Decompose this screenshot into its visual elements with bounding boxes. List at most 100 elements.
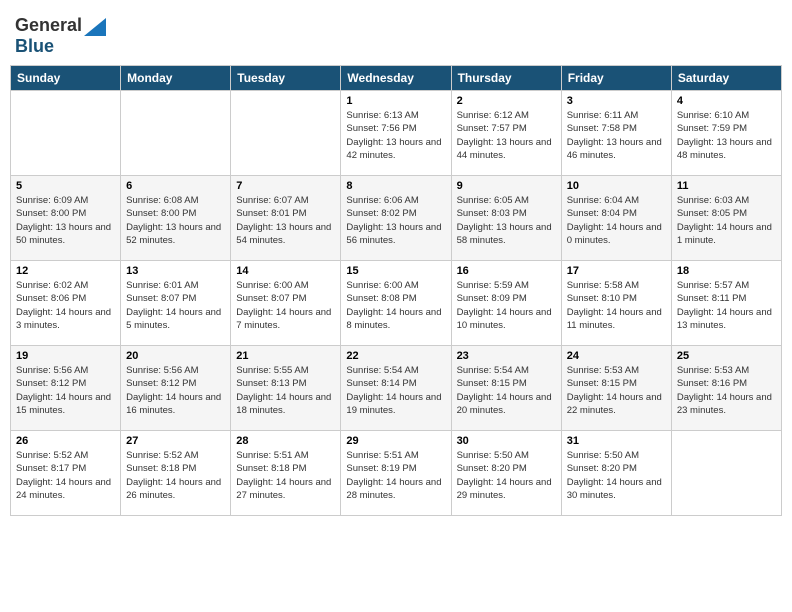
day-number: 29 xyxy=(346,435,445,447)
calendar-cell: 12 Sunrise: 6:02 AM Sunset: 8:06 PM Dayli… xyxy=(11,261,121,346)
day-number: 22 xyxy=(346,350,445,362)
logo-blue-text: Blue xyxy=(15,36,54,57)
calendar-cell: 16 Sunrise: 5:59 AM Sunset: 8:09 PM Dayli… xyxy=(451,261,561,346)
calendar-cell xyxy=(121,91,231,176)
day-number: 23 xyxy=(457,350,556,362)
day-info: Sunrise: 5:51 AM Sunset: 8:18 PM Dayligh… xyxy=(236,449,335,502)
calendar-cell: 14 Sunrise: 6:00 AM Sunset: 8:07 PM Dayli… xyxy=(231,261,341,346)
calendar-cell: 2 Sunrise: 6:12 AM Sunset: 7:57 PM Daylig… xyxy=(451,91,561,176)
calendar-cell: 3 Sunrise: 6:11 AM Sunset: 7:58 PM Daylig… xyxy=(561,91,671,176)
day-number: 24 xyxy=(567,350,666,362)
day-info: Sunrise: 5:53 AM Sunset: 8:15 PM Dayligh… xyxy=(567,364,666,417)
day-info: Sunrise: 6:06 AM Sunset: 8:02 PM Dayligh… xyxy=(346,194,445,247)
day-info: Sunrise: 5:56 AM Sunset: 8:12 PM Dayligh… xyxy=(126,364,225,417)
calendar-cell: 25Sunrise: 5:53 AM Sunset: 8:16 PM Dayli… xyxy=(671,346,781,431)
calendar-cell xyxy=(231,91,341,176)
day-number: 18 xyxy=(677,265,776,277)
calendar-cell: 28 Sunrise: 5:51 AM Sunset: 8:18 PM Dayli… xyxy=(231,431,341,516)
day-info: Sunrise: 5:50 AM Sunset: 8:20 PM Dayligh… xyxy=(567,449,666,502)
day-info: Sunrise: 5:58 AM Sunset: 8:10 PM Dayligh… xyxy=(567,279,666,332)
calendar-week-row: 5 Sunrise: 6:09 AM Sunset: 8:00 PM Daylig… xyxy=(11,176,782,261)
day-info: Sunrise: 5:52 AM Sunset: 8:17 PM Dayligh… xyxy=(16,449,115,502)
calendar-week-row: 26 Sunrise: 5:52 AM Sunset: 8:17 PM Dayli… xyxy=(11,431,782,516)
day-info: Sunrise: 5:59 AM Sunset: 8:09 PM Dayligh… xyxy=(457,279,556,332)
day-info: Sunrise: 5:54 AM Sunset: 8:14 PM Dayligh… xyxy=(346,364,445,417)
calendar-cell xyxy=(11,91,121,176)
day-header-sunday: Sunday xyxy=(11,66,121,91)
calendar-cell: 19 Sunrise: 5:56 AM Sunset: 8:12 PM Dayli… xyxy=(11,346,121,431)
page-header: General Blue xyxy=(10,10,782,57)
day-info: Sunrise: 6:05 AM Sunset: 8:03 PM Dayligh… xyxy=(457,194,556,247)
calendar-week-row: 1Sunrise: 6:13 AM Sunset: 7:56 PM Daylig… xyxy=(11,91,782,176)
day-number: 12 xyxy=(16,265,115,277)
day-header-tuesday: Tuesday xyxy=(231,66,341,91)
day-number: 31 xyxy=(567,435,666,447)
calendar-table: SundayMondayTuesdayWednesdayThursdayFrid… xyxy=(10,65,782,516)
calendar-cell: 10Sunrise: 6:04 AM Sunset: 8:04 PM Dayli… xyxy=(561,176,671,261)
day-info: Sunrise: 6:01 AM Sunset: 8:07 PM Dayligh… xyxy=(126,279,225,332)
day-number: 11 xyxy=(677,180,776,192)
day-number: 20 xyxy=(126,350,225,362)
day-header-thursday: Thursday xyxy=(451,66,561,91)
day-info: Sunrise: 6:02 AM Sunset: 8:06 PM Dayligh… xyxy=(16,279,115,332)
day-number: 8 xyxy=(346,180,445,192)
day-info: Sunrise: 6:12 AM Sunset: 7:57 PM Dayligh… xyxy=(457,109,556,162)
day-info: Sunrise: 6:08 AM Sunset: 8:00 PM Dayligh… xyxy=(126,194,225,247)
calendar-cell: 15Sunrise: 6:00 AM Sunset: 8:08 PM Dayli… xyxy=(341,261,451,346)
day-info: Sunrise: 5:52 AM Sunset: 8:18 PM Dayligh… xyxy=(126,449,225,502)
calendar-week-row: 19 Sunrise: 5:56 AM Sunset: 8:12 PM Dayli… xyxy=(11,346,782,431)
logo: General Blue xyxy=(15,15,106,57)
day-info: Sunrise: 6:03 AM Sunset: 8:05 PM Dayligh… xyxy=(677,194,776,247)
day-info: Sunrise: 5:57 AM Sunset: 8:11 PM Dayligh… xyxy=(677,279,776,332)
day-info: Sunrise: 5:56 AM Sunset: 8:12 PM Dayligh… xyxy=(16,364,115,417)
calendar-header-row: SundayMondayTuesdayWednesdayThursdayFrid… xyxy=(11,66,782,91)
day-header-monday: Monday xyxy=(121,66,231,91)
day-number: 3 xyxy=(567,95,666,107)
day-info: Sunrise: 5:51 AM Sunset: 8:19 PM Dayligh… xyxy=(346,449,445,502)
day-number: 28 xyxy=(236,435,335,447)
calendar-cell: 21 Sunrise: 5:55 AM Sunset: 8:13 PM Dayli… xyxy=(231,346,341,431)
day-info: Sunrise: 6:04 AM Sunset: 8:04 PM Dayligh… xyxy=(567,194,666,247)
day-number: 30 xyxy=(457,435,556,447)
calendar-cell: 18 Sunrise: 5:57 AM Sunset: 8:11 PM Dayli… xyxy=(671,261,781,346)
day-number: 13 xyxy=(126,265,225,277)
day-number: 21 xyxy=(236,350,335,362)
calendar-cell: 22 Sunrise: 5:54 AM Sunset: 8:14 PM Dayli… xyxy=(341,346,451,431)
calendar-cell: 17Sunrise: 5:58 AM Sunset: 8:10 PM Dayli… xyxy=(561,261,671,346)
calendar-cell: 7Sunrise: 6:07 AM Sunset: 8:01 PM Daylig… xyxy=(231,176,341,261)
calendar-cell: 27Sunrise: 5:52 AM Sunset: 8:18 PM Dayli… xyxy=(121,431,231,516)
calendar-cell: 9 Sunrise: 6:05 AM Sunset: 8:03 PM Daylig… xyxy=(451,176,561,261)
calendar-cell: 20 Sunrise: 5:56 AM Sunset: 8:12 PM Dayli… xyxy=(121,346,231,431)
calendar-cell: 4Sunrise: 6:10 AM Sunset: 7:59 PM Daylig… xyxy=(671,91,781,176)
day-header-wednesday: Wednesday xyxy=(341,66,451,91)
day-number: 19 xyxy=(16,350,115,362)
day-info: Sunrise: 5:54 AM Sunset: 8:15 PM Dayligh… xyxy=(457,364,556,417)
day-info: Sunrise: 6:09 AM Sunset: 8:00 PM Dayligh… xyxy=(16,194,115,247)
day-info: Sunrise: 6:10 AM Sunset: 7:59 PM Dayligh… xyxy=(677,109,776,162)
day-number: 14 xyxy=(236,265,335,277)
day-number: 15 xyxy=(346,265,445,277)
day-header-saturday: Saturday xyxy=(671,66,781,91)
day-number: 16 xyxy=(457,265,556,277)
calendar-cell: 8 Sunrise: 6:06 AM Sunset: 8:02 PM Daylig… xyxy=(341,176,451,261)
day-info: Sunrise: 5:55 AM Sunset: 8:13 PM Dayligh… xyxy=(236,364,335,417)
day-header-friday: Friday xyxy=(561,66,671,91)
day-number: 5 xyxy=(16,180,115,192)
day-info: Sunrise: 5:50 AM Sunset: 8:20 PM Dayligh… xyxy=(457,449,556,502)
calendar-cell xyxy=(671,431,781,516)
day-number: 2 xyxy=(457,95,556,107)
calendar-cell: 13 Sunrise: 6:01 AM Sunset: 8:07 PM Dayli… xyxy=(121,261,231,346)
day-number: 9 xyxy=(457,180,556,192)
calendar-cell: 30 Sunrise: 5:50 AM Sunset: 8:20 PM Dayli… xyxy=(451,431,561,516)
day-info: Sunrise: 6:07 AM Sunset: 8:01 PM Dayligh… xyxy=(236,194,335,247)
day-info: Sunrise: 6:11 AM Sunset: 7:58 PM Dayligh… xyxy=(567,109,666,162)
calendar-cell: 5 Sunrise: 6:09 AM Sunset: 8:00 PM Daylig… xyxy=(11,176,121,261)
calendar-week-row: 12 Sunrise: 6:02 AM Sunset: 8:06 PM Dayli… xyxy=(11,261,782,346)
calendar-cell: 26 Sunrise: 5:52 AM Sunset: 8:17 PM Dayli… xyxy=(11,431,121,516)
day-info: Sunrise: 5:53 AM Sunset: 8:16 PM Dayligh… xyxy=(677,364,776,417)
day-number: 26 xyxy=(16,435,115,447)
calendar-cell: 31 Sunrise: 5:50 AM Sunset: 8:20 PM Dayli… xyxy=(561,431,671,516)
calendar-cell: 23 Sunrise: 5:54 AM Sunset: 8:15 PM Dayli… xyxy=(451,346,561,431)
day-number: 1 xyxy=(346,95,445,107)
day-info: Sunrise: 6:00 AM Sunset: 8:07 PM Dayligh… xyxy=(236,279,335,332)
